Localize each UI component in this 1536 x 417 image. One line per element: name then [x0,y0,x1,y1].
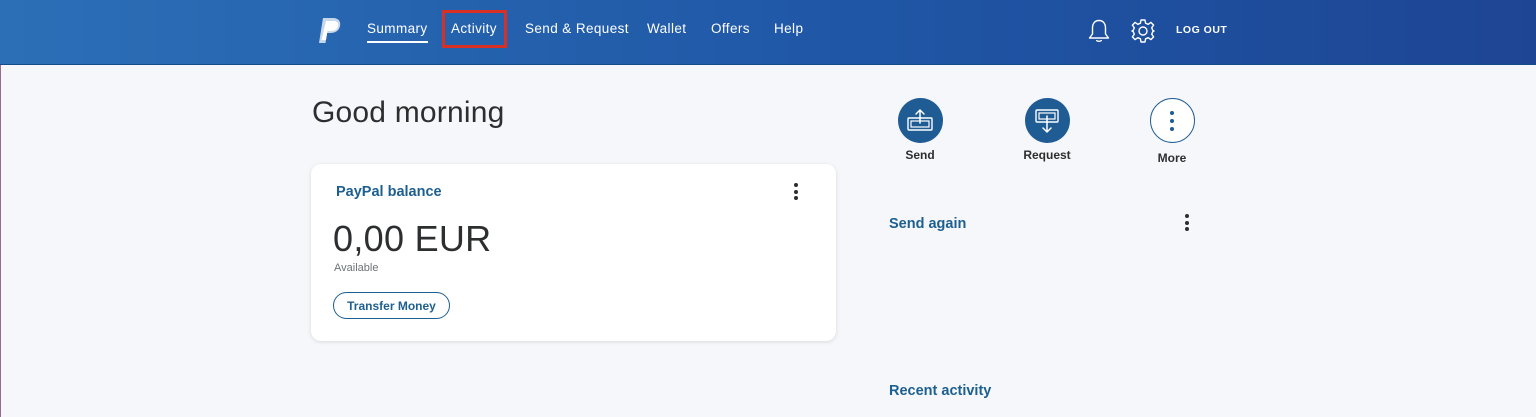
balance-card-title[interactable]: PayPal balance [336,184,442,200]
gear-icon[interactable] [1130,18,1156,44]
send-again-more-options-icon[interactable] [1177,211,1197,235]
nav-help[interactable]: Help [774,20,803,40]
send-again-heading: Send again [889,216,967,232]
nav-send-request[interactable]: Send & Request [525,20,629,40]
activity-highlight-box [442,10,507,48]
bell-icon[interactable] [1087,18,1111,44]
request-action-button[interactable]: Request [1007,98,1087,162]
send-label: Send [905,148,935,162]
paypal-balance-card: PayPal balance 0,00 EUR Available Transf… [311,164,836,341]
more-dots-icon [1149,98,1195,143]
nav-offers[interactable]: Offers [711,20,750,40]
send-icon [897,98,943,143]
request-label: Request [1023,148,1071,162]
more-label: More [1157,151,1187,165]
paypal-logo[interactable] [316,16,342,46]
transfer-money-button[interactable]: Transfer Money [333,292,450,319]
nav-wallet[interactable]: Wallet [647,20,686,40]
nav-summary[interactable]: Summary [367,20,428,43]
send-action-button[interactable]: Send [880,98,960,162]
balance-more-options-icon[interactable] [786,180,806,204]
request-icon [1024,98,1070,143]
page-greeting: Good morning [312,96,505,129]
top-navigation-bar: Summary Activity Send & Request Wallet O… [0,0,1536,65]
available-label: Available [334,262,379,274]
logout-button[interactable]: LOG OUT [1176,24,1227,36]
recent-activity-heading: Recent activity [889,383,992,399]
more-action-button[interactable]: More [1132,98,1212,165]
balance-amount: 0,00 EUR [333,218,492,259]
